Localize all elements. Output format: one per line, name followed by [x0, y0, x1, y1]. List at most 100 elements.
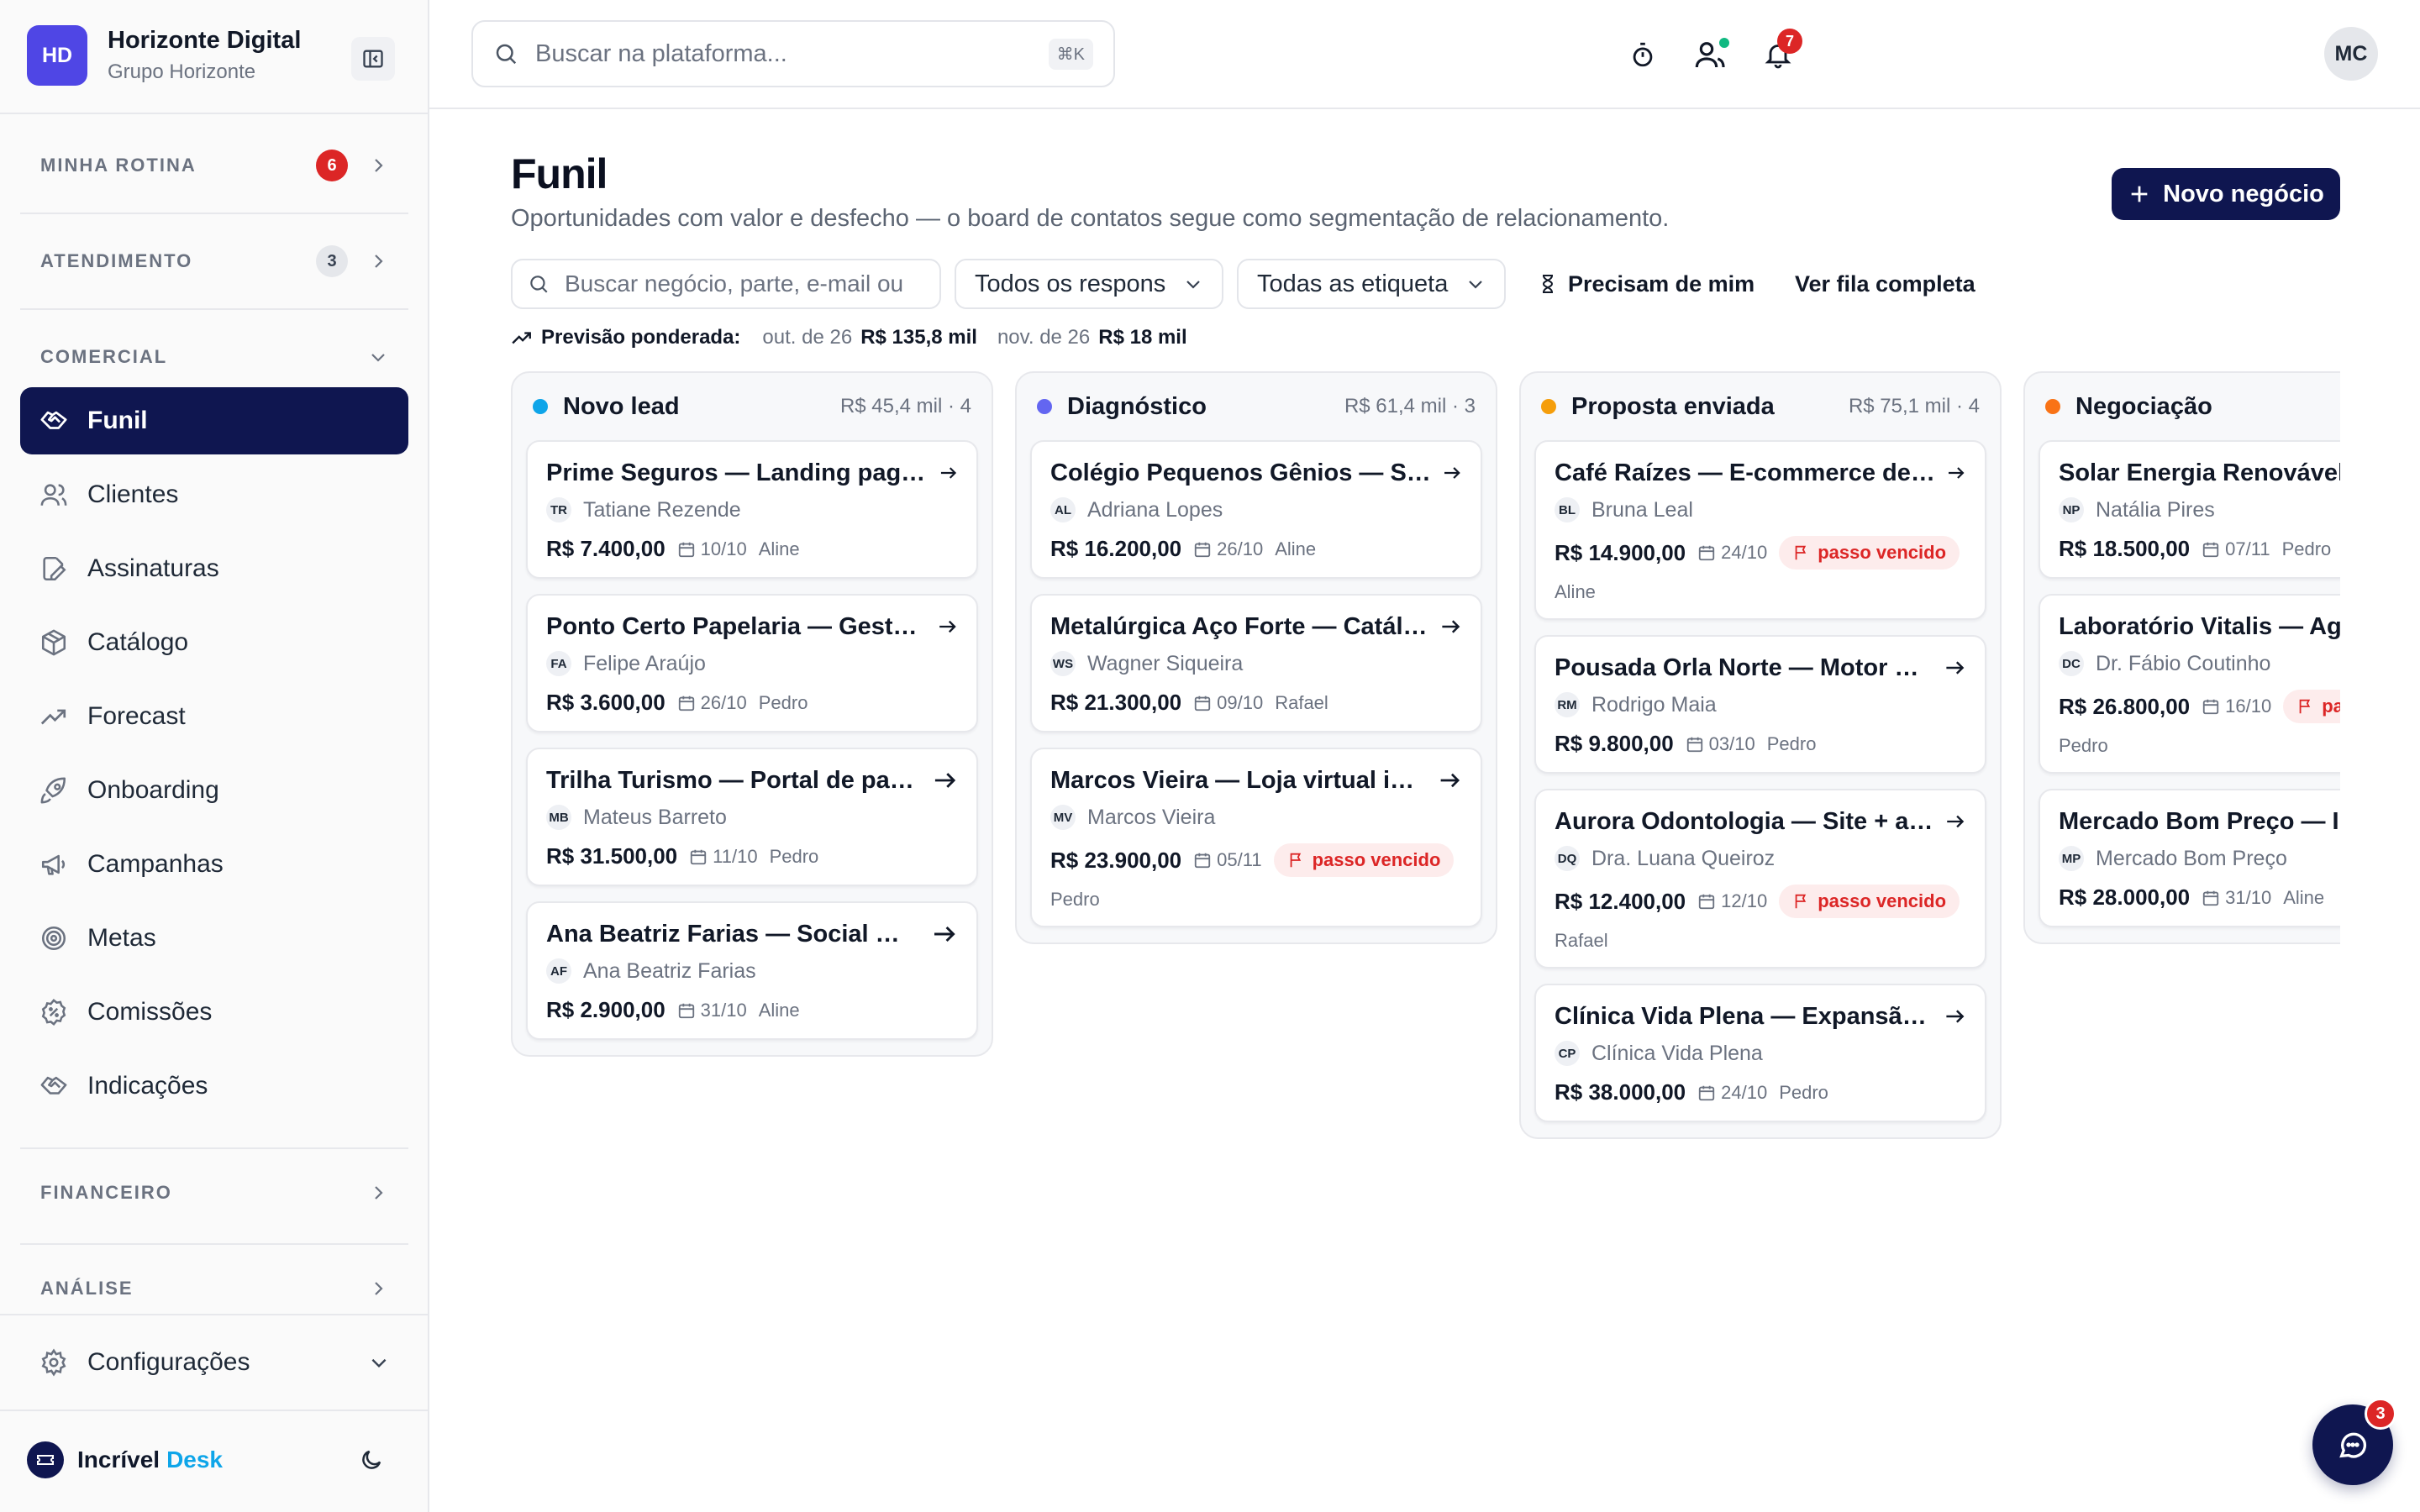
- deal-meta: R$ 14.900,00 24/10 passo vencido: [1555, 536, 1966, 570]
- sidebar-item-configuracoes[interactable]: Configurações: [20, 1329, 408, 1396]
- sidebar-item-assinaturas[interactable]: Assinaturas: [20, 535, 408, 602]
- deal-owner: Aline: [1555, 581, 1596, 602]
- deal-title-row: Pousada Orla Norte — Motor de reservas: [1555, 654, 1966, 682]
- deal-value: R$ 3.600,00: [546, 690, 666, 715]
- deal-date-text: 10/10: [700, 538, 747, 559]
- section-atendimento[interactable]: ATENDIMENTO 3: [20, 236, 408, 286]
- section-label: ANÁLISE: [40, 1278, 134, 1299]
- deal-date-text: 03/10: [1708, 732, 1755, 754]
- deal-meta: R$ 26.800,00 16/10 passo vencido: [2059, 690, 2340, 723]
- theme-toggle-button[interactable]: [351, 1440, 392, 1480]
- deal-card[interactable]: Prime Seguros — Landing page para campan…: [526, 440, 978, 579]
- divider: [20, 1147, 408, 1149]
- deal-contact: CP Clínica Vida Plena: [1555, 1041, 1966, 1066]
- global-search[interactable]: ⌘K: [471, 20, 1115, 87]
- arrow-right-icon[interactable]: [1944, 1002, 1966, 1031]
- deal-card[interactable]: Café Raízes — E-commerce de cafés especi…: [1534, 440, 1986, 620]
- atendimento-count-badge: 3: [316, 245, 348, 277]
- full-queue-button[interactable]: Ver fila completa: [1795, 259, 1975, 309]
- owner-filter-select[interactable]: Todos os respons: [955, 259, 1223, 309]
- deal-card[interactable]: Solar Energia Renovável — Portal NP Natáli…: [2039, 440, 2340, 579]
- deal-card[interactable]: Colégio Pequenos Gênios — Site instituci…: [1030, 440, 1482, 579]
- deal-card[interactable]: Pousada Orla Norte — Motor de reservas RM…: [1534, 635, 1986, 774]
- arrow-right-icon[interactable]: [1442, 459, 1462, 487]
- overdue-text: passo vencido: [2322, 696, 2340, 717]
- arrow-right-icon[interactable]: [1946, 459, 1966, 487]
- brand-name: Incrível: [77, 1446, 160, 1473]
- flag-icon: [2296, 697, 2315, 716]
- need-me-filter-button[interactable]: Precisam de mim: [1538, 259, 1754, 309]
- moon-icon: [362, 1450, 381, 1469]
- team-presence-button[interactable]: [1690, 34, 1732, 76]
- forecast-label: Previsão ponderada:: [541, 326, 741, 349]
- page-title: Funil: [511, 150, 608, 197]
- flag-icon: [1792, 543, 1811, 562]
- deal-title: Pousada Orla Norte — Motor de reservas: [1555, 654, 1933, 681]
- deal-meta: R$ 12.400,00 12/10 passo vencido: [1555, 885, 1966, 918]
- new-deal-button[interactable]: Novo negócio: [2112, 168, 2340, 220]
- sidebar-item-forecast[interactable]: Forecast: [20, 683, 408, 750]
- box-icon: [39, 627, 69, 658]
- forecast-value: R$ 18 mil: [1098, 326, 1187, 349]
- deal-card[interactable]: Clínica Vida Plena — Expansão do portal C…: [1534, 984, 1986, 1122]
- section-minha-rotina[interactable]: MINHA ROTINA 6: [20, 140, 408, 191]
- timer-button[interactable]: [1622, 34, 1664, 76]
- contact-name: Tatiane Rezende: [583, 497, 741, 522]
- tag-filter-select[interactable]: Todas as etiqueta: [1237, 259, 1506, 309]
- column-name: Novo lead: [533, 393, 680, 421]
- sidebar-item-onboarding[interactable]: Onboarding: [20, 757, 408, 824]
- column-title: Novo lead: [563, 392, 680, 420]
- deal-title: Aurora Odontologia — Site + agendamento: [1555, 807, 1934, 835]
- arrow-right-icon[interactable]: [937, 612, 958, 641]
- arrow-right-icon[interactable]: [932, 766, 958, 795]
- sidebar-item-clientes[interactable]: Clientes: [20, 461, 408, 528]
- arrow-right-icon[interactable]: [1944, 807, 1966, 836]
- deal-title: Ana Beatriz Farias — Social media: [546, 920, 922, 948]
- deal-card[interactable]: Trilha Turismo — Portal de pacotes MB Mate…: [526, 748, 978, 886]
- global-search-input[interactable]: [535, 39, 1032, 68]
- deal-contact: WS Wagner Siqueira: [1050, 651, 1462, 676]
- deal-date-text: 31/10: [700, 999, 747, 1021]
- deal-title: Marcos Vieira — Loja virtual integrada: [1050, 766, 1428, 794]
- section-analise[interactable]: ANÁLISE: [20, 1263, 408, 1314]
- deal-search-input[interactable]: [565, 270, 918, 297]
- arrow-right-icon[interactable]: [1944, 654, 1966, 682]
- user-avatar[interactable]: MC: [2324, 27, 2378, 81]
- org-switcher[interactable]: HD Horizonte Digital Grupo Horizonte: [0, 0, 429, 114]
- deal-card[interactable]: Ponto Certo Papelaria — Gestão de estoqu…: [526, 594, 978, 732]
- deal-contact: AF Ana Beatriz Farias: [546, 958, 958, 984]
- deal-date-text: 26/10: [700, 691, 747, 713]
- sidebar-item-catalogo[interactable]: Catálogo: [20, 609, 408, 676]
- sidebar-item-campanhas[interactable]: Campanhas: [20, 831, 408, 898]
- deal-date-text: 31/10: [2225, 886, 2272, 908]
- notifications-button[interactable]: 7: [1757, 29, 1802, 76]
- search-icon: [496, 44, 517, 65]
- sidebar-item-metas[interactable]: Metas: [20, 905, 408, 972]
- deal-card[interactable]: Metalúrgica Aço Forte — Catálogo digital…: [1030, 594, 1482, 732]
- arrow-right-icon[interactable]: [1438, 766, 1462, 795]
- section-financeiro[interactable]: FINANCEIRO: [20, 1168, 408, 1218]
- deal-date-text: 26/10: [1217, 538, 1264, 559]
- contact-name: Bruna Leal: [1591, 497, 1693, 522]
- arrow-right-icon[interactable]: [931, 920, 958, 948]
- arrow-right-icon[interactable]: [1439, 612, 1462, 641]
- contact-name: Adriana Lopes: [1087, 497, 1223, 522]
- arrow-right-icon[interactable]: [939, 459, 958, 487]
- deal-card[interactable]: Marcos Vieira — Loja virtual integrada MV…: [1030, 748, 1482, 927]
- deal-card[interactable]: Mercado Bom Preço — Integração MP Mercado …: [2039, 789, 2340, 927]
- sidebar-item-funil[interactable]: Funil: [20, 387, 408, 454]
- calendar-icon: [2202, 889, 2220, 907]
- deal-search[interactable]: [511, 259, 941, 309]
- deal-title: Ponto Certo Papelaria — Gestão de estoqu…: [546, 612, 927, 640]
- deal-card[interactable]: Ana Beatriz Farias — Social media AF Ana B…: [526, 901, 978, 1040]
- collapse-sidebar-button[interactable]: [351, 37, 395, 81]
- deal-card[interactable]: Aurora Odontologia — Site + agendamento D…: [1534, 789, 1986, 969]
- sidebar-item-indicacoes[interactable]: Indicações: [20, 1053, 408, 1120]
- deal-value: R$ 12.400,00: [1555, 888, 1686, 914]
- deal-card[interactable]: Laboratório Vitalis — Agendamento DC Dr. F…: [2039, 594, 2340, 774]
- sidebar-item-comissoes[interactable]: Comissões: [20, 979, 408, 1046]
- chat-button[interactable]: 3: [2312, 1398, 2396, 1485]
- overdue-text: passo vencido: [1312, 849, 1441, 870]
- section-comercial[interactable]: COMERCIAL: [20, 332, 408, 382]
- ticket-icon: [27, 1441, 64, 1478]
